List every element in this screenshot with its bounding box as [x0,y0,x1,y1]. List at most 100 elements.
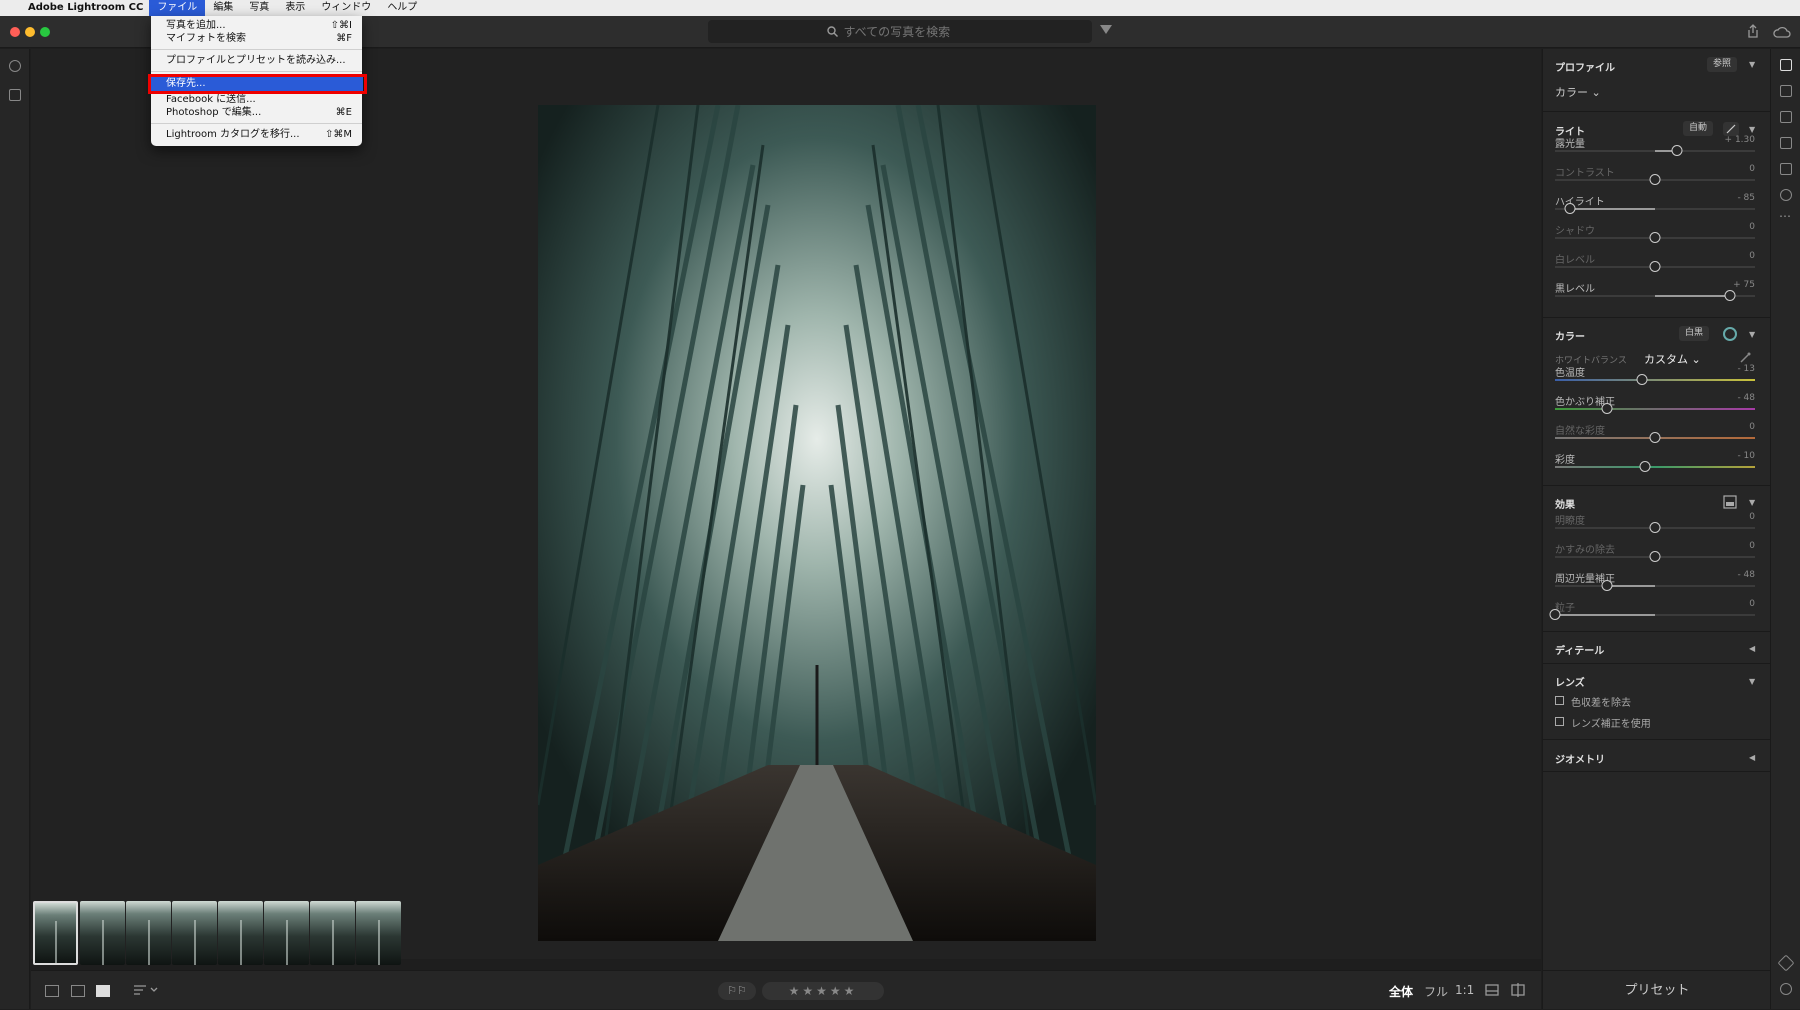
slider[interactable]: 色かぶり補正 - 48 [1555,393,1755,423]
slider-handle[interactable] [1601,403,1613,414]
apple-icon[interactable] [0,0,22,16]
slider-value[interactable]: 0 [1749,599,1755,609]
slider[interactable]: 彩度 - 10 [1555,451,1755,481]
chevron-down-icon[interactable]: ▼ [1749,125,1755,134]
tone-curve-icon[interactable] [1723,122,1739,136]
sort-icon[interactable] [134,984,160,996]
menu-app-name[interactable]: Adobe Lightroom CC [22,0,149,16]
zoom-full[interactable]: フル [1424,983,1448,1000]
slider-handle[interactable] [1601,580,1613,591]
chevron-down-icon[interactable]: ▼ [1749,330,1755,339]
thumbnail[interactable] [33,901,78,965]
detail-view-icon[interactable] [96,985,110,997]
menu-item-migrate-catalog[interactable]: Lightroom カタログを移行... ⇧⌘M [166,128,352,142]
slider-handle[interactable] [1649,551,1661,562]
chevron-down-icon[interactable]: ▼ [1749,677,1755,686]
radial-gradient-icon[interactable] [1780,189,1792,201]
slider-handle[interactable] [1724,290,1736,301]
slider-track[interactable] [1555,585,1755,587]
chevron-left-icon[interactable]: ◀ [1749,644,1755,653]
color-mixer-icon[interactable] [1723,327,1737,341]
slider-value[interactable]: 0 [1749,164,1755,174]
profile-select[interactable]: カラー ⌄ [1555,84,1601,100]
close-window-button[interactable] [10,27,20,37]
eyedropper-icon[interactable] [1739,352,1751,364]
menu-item-search[interactable]: マイフォトを検索 ⌘F [166,32,352,46]
cloud-sync-icon[interactable] [1772,26,1792,38]
bw-button[interactable]: 白黒 [1679,326,1710,341]
chevron-down-icon[interactable]: ▼ [1749,498,1755,507]
detail-title[interactable]: ディテール [1555,642,1604,657]
slider-handle[interactable] [1649,232,1661,243]
slider[interactable]: かすみの除去 0 [1555,541,1755,571]
menu-view[interactable]: 表示 [277,0,313,16]
slider-value[interactable]: 0 [1749,541,1755,551]
slider-value[interactable]: - 85 [1737,193,1755,203]
slider[interactable]: 周辺光量補正 - 48 [1555,570,1755,600]
minimize-window-button[interactable] [25,27,35,37]
slider-handle[interactable] [1639,461,1651,472]
slider-value[interactable]: 0 [1749,422,1755,432]
square-grid-icon[interactable] [45,985,59,997]
slider-value[interactable]: 0 [1749,251,1755,261]
menu-help[interactable]: ヘルプ [379,0,425,16]
edit-sliders-icon[interactable] [1780,59,1792,71]
zoom-fit[interactable]: 全体 [1389,983,1413,1000]
menu-edit[interactable]: 編集 [205,0,241,16]
menu-window[interactable]: ウィンドウ [313,0,379,16]
lens-title[interactable]: レンズ [1555,674,1585,689]
slider-value[interactable]: + 1.30 [1725,135,1755,145]
slider[interactable]: コントラスト 0 [1555,164,1755,194]
lens-correction-checkbox[interactable] [1555,717,1564,726]
menu-item-facebook[interactable]: Facebook に送信... [166,93,352,107]
zoom-window-button[interactable] [40,27,50,37]
slider-track[interactable] [1555,408,1755,410]
slider[interactable]: 黒レベル + 75 [1555,280,1755,310]
slider-handle[interactable] [1549,609,1561,620]
auto-button[interactable]: 自動 [1683,121,1714,136]
geometry-title[interactable]: ジオメトリ [1555,751,1605,766]
slider[interactable]: シャドウ 0 [1555,222,1755,252]
menu-item-photoshop[interactable]: Photoshop で編集... ⌘E [166,106,352,120]
slider-handle[interactable] [1636,374,1648,385]
menu-item-import-profiles[interactable]: プロファイルとプリセットを読み込み... [166,54,352,68]
slider[interactable]: ハイライト - 85 [1555,193,1755,223]
slider-value[interactable]: - 10 [1737,451,1755,461]
slider-value[interactable]: 0 [1749,512,1755,522]
thumbnail[interactable] [356,901,401,965]
flag-buttons[interactable]: ⚐⚐ [718,982,756,1000]
add-photos-icon[interactable] [9,60,21,72]
menu-item-add-photos[interactable]: 写真を追加... ⇧⌘I [166,19,352,33]
brush-icon[interactable] [1780,137,1792,149]
chevron-down-icon[interactable]: ▼ [1749,60,1755,69]
thumbnail[interactable] [310,901,355,965]
slider[interactable]: 粒子 0 [1549,599,1755,629]
photo-grid-icon[interactable] [71,985,85,997]
compare-icon[interactable] [1511,983,1525,997]
slider-value[interactable]: 0 [1749,222,1755,232]
chevron-left-icon[interactable]: ◀ [1749,753,1755,762]
thumbnail[interactable] [264,901,309,965]
slider-value[interactable]: + 75 [1733,280,1755,290]
slider[interactable]: 自然な彩度 0 [1555,422,1755,452]
crop-icon[interactable] [1780,85,1792,97]
zoom-1to1[interactable]: 1:1 [1455,983,1474,997]
star-rating[interactable]: ★★★★★ [762,982,884,1000]
search-bar[interactable] [708,20,1092,43]
search-input[interactable] [843,24,974,39]
remove-ca-checkbox[interactable] [1555,696,1564,705]
slider-track[interactable] [1555,379,1755,381]
presets-button[interactable]: プリセット [1543,970,1771,1009]
slider-handle[interactable] [1649,432,1661,443]
menu-photo[interactable]: 写真 [241,0,277,16]
healing-brush-icon[interactable] [1780,111,1792,123]
vignette-icon[interactable] [1723,495,1737,509]
more-icon[interactable]: ⋯ [1779,209,1791,223]
slider[interactable]: 露光量 + 1.30 [1555,135,1755,165]
browse-profiles-button[interactable]: 参照 [1707,57,1738,72]
slider[interactable]: 明瞭度 0 [1555,512,1755,542]
slider-handle[interactable] [1564,203,1576,214]
filter-icon[interactable] [1100,25,1112,34]
slider-handle[interactable] [1671,145,1683,156]
thumbnail[interactable] [172,901,217,965]
